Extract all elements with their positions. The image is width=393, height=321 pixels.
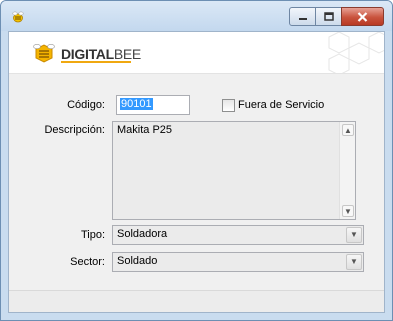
logo-underline — [61, 61, 131, 63]
maximize-icon — [323, 12, 334, 21]
scroll-up-icon[interactable]: ▲ — [342, 124, 354, 136]
chevron-down-icon[interactable]: ▼ — [346, 227, 362, 243]
bee-icon — [12, 11, 24, 23]
descripcion-label: Descripción: — [44, 124, 105, 136]
codigo-label: Código: — [67, 99, 105, 111]
title-bar[interactable] — [1, 1, 392, 31]
hexagon-pattern — [328, 32, 384, 73]
fuera-de-servicio-checkbox[interactable] — [222, 99, 235, 112]
codigo-value: 90101 — [120, 98, 153, 110]
logo-text: DIGITALBEE — [61, 46, 141, 62]
descripcion-scrollbar[interactable]: ▲ ▼ — [339, 122, 355, 219]
close-button[interactable] — [341, 7, 384, 26]
close-icon — [357, 11, 368, 22]
maximize-button[interactable] — [315, 7, 342, 26]
tipo-label: Tipo: — [80, 229, 105, 241]
minimize-icon — [298, 17, 307, 20]
form-area: DIGITALBEE Código: 90101 Fuera de Servic… — [8, 31, 385, 313]
tipo-select[interactable]: Soldadora ▼ — [112, 225, 364, 245]
tipo-value: Soldadora — [117, 228, 168, 240]
window-controls — [289, 7, 384, 26]
codigo-input[interactable]: 90101 — [116, 95, 190, 115]
status-bar — [9, 290, 384, 312]
sector-select[interactable]: Soldado ▼ — [112, 252, 364, 272]
app-window: DIGITALBEE Código: 90101 Fuera de Servic… — [0, 0, 393, 321]
scroll-down-icon[interactable]: ▼ — [342, 205, 354, 217]
fuera-de-servicio-label[interactable]: Fuera de Servicio — [238, 99, 324, 111]
descripcion-value: Makita P25 — [117, 124, 173, 136]
chevron-down-icon[interactable]: ▼ — [346, 254, 362, 270]
descripcion-memo[interactable]: Makita P25 ▲ ▼ — [112, 121, 356, 220]
brand-banner: DIGITALBEE — [9, 32, 384, 74]
sector-label: Sector: — [70, 256, 105, 268]
sector-value: Soldado — [117, 255, 158, 267]
minimize-button[interactable] — [289, 7, 316, 26]
bee-logo-icon — [33, 43, 55, 63]
